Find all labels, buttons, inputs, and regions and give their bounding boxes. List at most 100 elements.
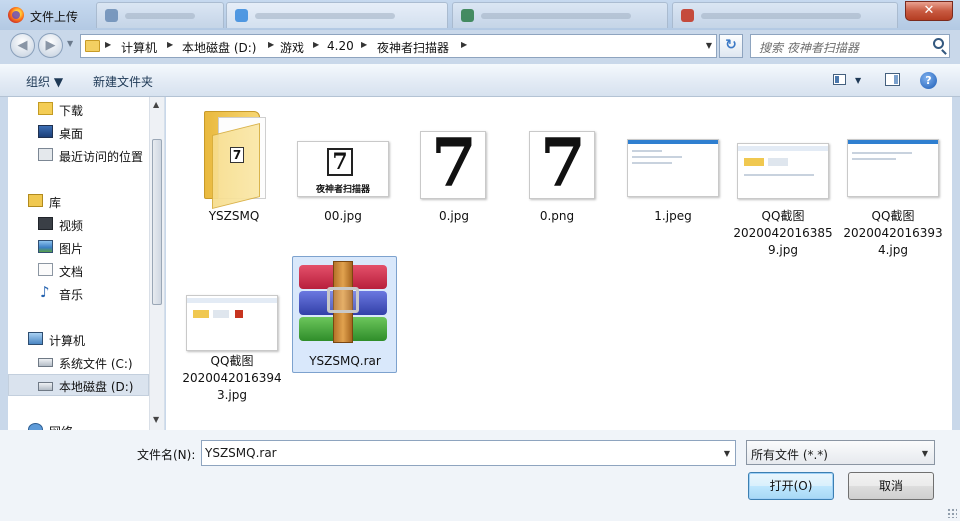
breadcrumb-computer[interactable]: 计算机 (121, 39, 157, 56)
recent-pages-dropdown[interactable]: ▼ (67, 39, 73, 48)
image-thumbnail: 7 夜神者扫描器 (297, 141, 389, 197)
file-list[interactable]: 7 YSZSMQ 7 夜神者扫描器 00.jpg 7 0.jpg 7 0.png… (166, 97, 952, 430)
sidebar-item-label: 系统文件 (C:) (59, 357, 133, 371)
file-item[interactable]: 7 0.png (505, 103, 609, 223)
scroll-down-icon[interactable]: ▼ (153, 415, 159, 424)
file-item[interactable]: 7 夜神者扫描器 00.jpg (291, 103, 395, 223)
sidebar-item-desktop[interactable]: 桌面 (8, 121, 149, 143)
documents-icon (38, 263, 53, 276)
refresh-button[interactable]: ↻ (719, 34, 743, 58)
new-folder-button[interactable]: 新建文件夹 (93, 73, 153, 90)
sidebar-item-label: 库 (49, 196, 62, 210)
music-icon (38, 283, 53, 301)
computer-icon (28, 332, 43, 345)
network-icon (28, 423, 43, 430)
file-item[interactable]: QQ截图 2020042016393 4.jpg (841, 103, 945, 257)
sidebar-item-pictures[interactable]: 图片 (8, 236, 149, 258)
sidebar-item-label: 桌面 (59, 127, 84, 141)
file-name-line: 9.jpg (767, 243, 799, 257)
file-item[interactable]: QQ截图 2020042016385 9.jpg (731, 103, 835, 257)
sidebar-item-music[interactable]: 音乐 (8, 282, 149, 304)
chevron-down-icon[interactable]: ▼ (922, 449, 928, 458)
sidebar-item-label: 文档 (59, 265, 84, 279)
winrar-archive-icon (293, 257, 397, 352)
search-input[interactable]: 搜索 夜神者扫描器 (750, 34, 950, 58)
sidebar-item-label: 音乐 (59, 288, 84, 302)
breadcrumb-4-20[interactable]: 4.20 (327, 39, 354, 53)
sidebar-item-label: 图片 (59, 242, 84, 256)
sidebar-item-recent[interactable]: 最近访问的位置 (8, 144, 149, 166)
pictures-icon (38, 240, 53, 253)
scroll-up-icon[interactable]: ▲ (153, 100, 159, 109)
breadcrumb-separator[interactable]: ▶ (461, 40, 467, 49)
thumb-digit: 7 (327, 148, 353, 176)
breadcrumb-separator[interactable]: ▶ (268, 40, 274, 49)
sidebar-item-documents[interactable]: 文档 (8, 259, 149, 281)
drive-c-icon (38, 358, 53, 367)
breadcrumb-separator[interactable]: ▶ (361, 40, 367, 49)
back-button[interactable]: ◀ (10, 33, 35, 58)
file-name-line: QQ截图 (761, 209, 805, 223)
sidebar-item-library[interactable]: 库 (8, 190, 149, 212)
file-name: 00.jpg (324, 209, 362, 223)
sidebar-item-network[interactable]: 网络 (8, 419, 149, 430)
change-view-icon[interactable] (833, 74, 846, 85)
breadcrumb-separator[interactable]: ▶ (105, 40, 111, 49)
screenshot-thumbnail (847, 139, 939, 197)
preview-pane-icon[interactable] (885, 73, 900, 86)
sidebar-item-drive-c[interactable]: 系统文件 (C:) (8, 351, 149, 373)
sidebar-item-label: 最近访问的位置 (59, 150, 144, 164)
search-icon[interactable] (933, 38, 944, 49)
sidebar-scrollbar[interactable]: ▲ ▼ (149, 97, 164, 430)
file-name-line: 4.jpg (877, 243, 909, 257)
breadcrumb-drive-d[interactable]: 本地磁盘 (D:) (182, 39, 256, 56)
screenshot-thumbnail (627, 139, 719, 197)
chevron-down-icon[interactable]: ▼ (724, 449, 730, 458)
open-button[interactable]: 打开(O) (748, 472, 834, 500)
file-name: 1.jpeg (654, 209, 692, 223)
scrollbar-thumb[interactable] (152, 139, 162, 305)
breadcrumb-separator[interactable]: ▶ (167, 40, 173, 49)
file-item[interactable]: 7 YSZSMQ (182, 103, 286, 223)
breadcrumb-separator[interactable]: ▶ (313, 40, 319, 49)
forward-button[interactable]: ▶ (38, 33, 63, 58)
sidebar-item-drive-d[interactable]: 本地磁盘 (D:) (8, 374, 149, 396)
folder-icon: 7 (204, 111, 272, 209)
file-name-line: QQ截图 (871, 209, 915, 223)
file-name-line: 3.jpg (216, 388, 248, 402)
address-bar[interactable]: ▶ 计算机 ▶ 本地磁盘 (D:) ▶ 游戏 ▶ 4.20 ▶ 夜神者扫描器 ▶… (80, 34, 717, 58)
tab-favicon-icon (681, 9, 694, 22)
file-name-line: QQ截图 (210, 354, 254, 368)
blurred-tab-title (125, 13, 195, 19)
file-item-selected[interactable]: YSZSMQ.rar (292, 256, 397, 373)
file-type-select[interactable]: 所有文件 (*.*) ▼ (746, 440, 935, 465)
background-tab[interactable] (452, 2, 668, 28)
breadcrumb-games[interactable]: 游戏 (280, 39, 304, 56)
breadcrumb-scanner[interactable]: 夜神者扫描器 (377, 39, 449, 56)
sidebar-item-downloads[interactable]: 下载 (8, 98, 149, 120)
firefox-icon (8, 7, 24, 23)
view-dropdown-icon[interactable]: ▼ (855, 76, 861, 85)
background-tab[interactable] (672, 2, 898, 28)
address-dropdown-button[interactable]: ▼ (706, 41, 712, 50)
cancel-button[interactable]: 取消 (848, 472, 934, 500)
screenshot-thumbnail (186, 295, 278, 351)
filename-value[interactable]: YSZSMQ.rar (205, 446, 277, 460)
file-item[interactable]: 7 0.jpg (402, 103, 506, 223)
file-name: YSZSMQ (208, 209, 260, 223)
organize-button[interactable]: 组织 ▼ (26, 73, 63, 90)
sidebar-item-label: 网络 (49, 423, 73, 430)
close-button[interactable]: ✕ (905, 1, 953, 21)
file-name-line: 2020042016393 (843, 226, 943, 240)
file-item[interactable]: 1.jpeg (621, 103, 725, 223)
background-tab[interactable] (96, 2, 224, 28)
file-item[interactable]: QQ截图 2020042016394 3.jpg (180, 251, 284, 402)
download-folder-icon (38, 102, 53, 115)
background-tab[interactable] (226, 2, 448, 28)
resize-grip-icon[interactable] (947, 508, 957, 518)
filename-input[interactable]: YSZSMQ.rar ▼ (201, 440, 736, 466)
sidebar-item-computer[interactable]: 计算机 (8, 328, 149, 350)
sidebar-item-videos[interactable]: 视频 (8, 213, 149, 235)
image-thumbnail: 7 (529, 131, 595, 199)
help-icon[interactable]: ? (920, 72, 937, 89)
